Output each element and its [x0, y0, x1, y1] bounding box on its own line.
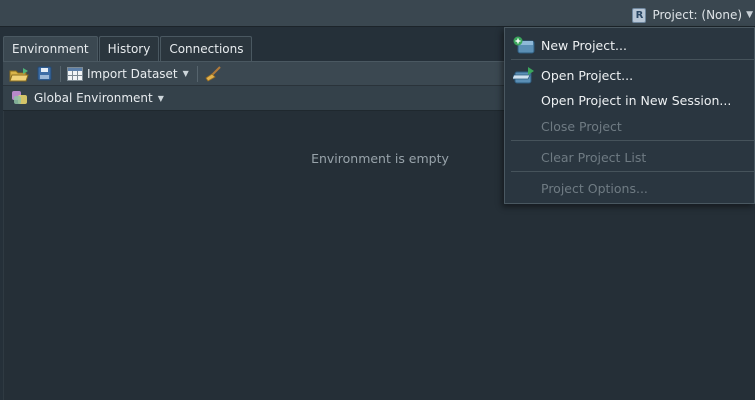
load-workspace-icon[interactable]	[9, 66, 31, 82]
environment-scope-icon[interactable]	[11, 90, 28, 106]
new-project-icon	[513, 36, 535, 57]
project-label: Project: (None)	[652, 8, 743, 22]
import-dataset-icon[interactable]	[67, 66, 83, 81]
chevron-down-icon[interactable]: ▼	[183, 69, 189, 78]
open-project-icon	[511, 66, 535, 87]
menu-item-label: Close Project	[541, 118, 622, 134]
r-project-icon: R	[632, 7, 647, 23]
menu-item-open-project[interactable]: Open Project...	[505, 63, 754, 87]
toolbar-divider	[60, 65, 61, 82]
menu-item-label: Open Project...	[541, 67, 634, 83]
menu-item-close-project: Close Project	[505, 114, 754, 138]
chevron-down-icon: ▼	[746, 10, 753, 20]
menu-item-open-project-new-session[interactable]: Open Project in New Session...	[505, 88, 754, 112]
tab-history[interactable]: History	[98, 36, 160, 61]
menu-item-label: Clear Project List	[541, 149, 647, 165]
menu-item-label: Project Options...	[541, 180, 648, 196]
broom-icon[interactable]	[204, 65, 222, 82]
top-bar: R Project: (None) ▼	[0, 0, 755, 27]
menu-item-new-project[interactable]: New Project...	[505, 33, 754, 57]
project-menu-button[interactable]: R Project: (None) ▼	[632, 6, 753, 24]
global-environment-dropdown[interactable]: Global Environment	[34, 91, 153, 105]
tab-connections[interactable]: Connections	[160, 36, 253, 61]
tab-environment[interactable]: Environment	[3, 36, 98, 61]
save-workspace-icon[interactable]	[37, 66, 52, 81]
menu-divider	[511, 59, 754, 60]
import-dataset-button[interactable]: Import Dataset	[87, 67, 178, 81]
chevron-down-icon[interactable]: ▼	[158, 94, 164, 103]
menu-item-label: New Project...	[541, 37, 627, 53]
project-dropdown-menu: New Project... Open Project... Open Proj…	[504, 27, 755, 204]
pane-tabs: Environment History Connections	[3, 36, 253, 61]
menu-item-clear-project-list: Clear Project List	[505, 145, 754, 169]
menu-divider	[511, 171, 754, 172]
menu-item-project-options: Project Options...	[505, 176, 754, 200]
menu-divider	[511, 140, 754, 141]
toolbar-divider	[196, 65, 198, 82]
menu-item-label: Open Project in New Session...	[541, 92, 732, 108]
